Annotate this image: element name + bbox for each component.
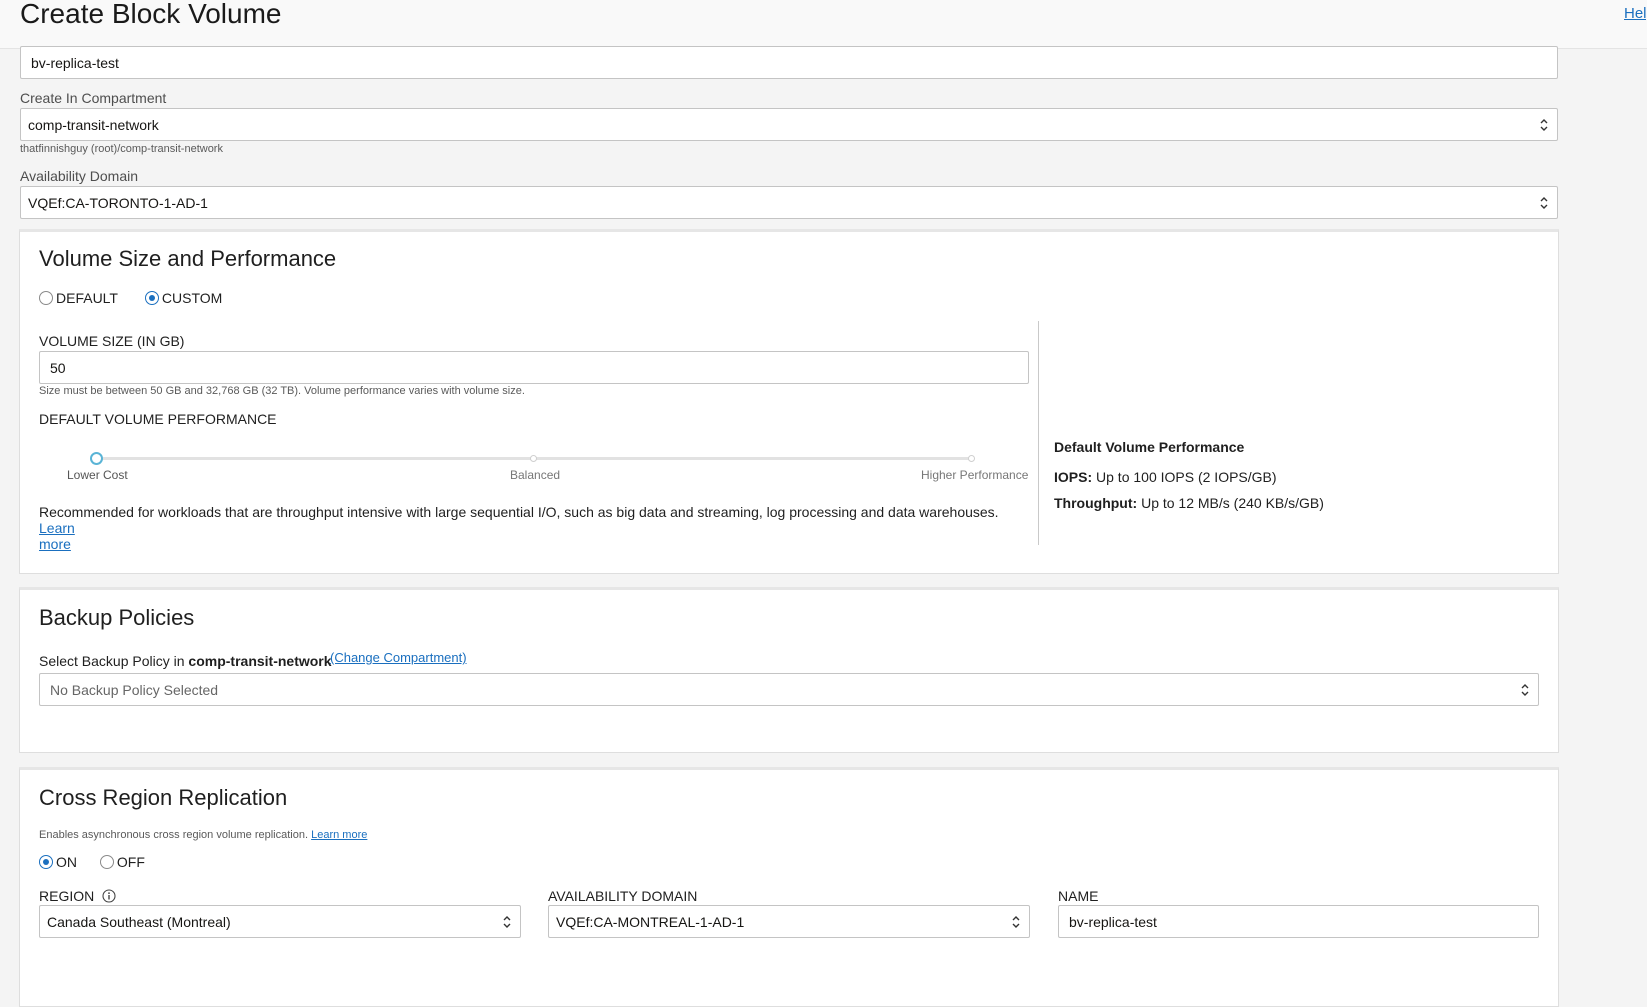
replica-availability-domain-select[interactable]: VQEf:CA-MONTREAL-1-AD-1	[548, 905, 1030, 938]
replica-name-value: bv-replica-test	[1069, 913, 1157, 930]
performance-mode-radio-group: DEFAULT CUSTOM	[39, 289, 222, 307]
backup-select-prefix: Select Backup Policy in	[39, 653, 185, 669]
backup-policies-panel	[19, 587, 1559, 753]
volume-name-input[interactable]: bv-replica-test	[20, 46, 1558, 79]
compartment-select[interactable]: comp-transit-network	[20, 108, 1558, 141]
page-header: Create Block Volume Help	[0, 0, 1647, 49]
up-down-chevron-icon	[1540, 196, 1548, 209]
slider-stop-balanced[interactable]	[530, 455, 537, 462]
availability-domain-select[interactable]: VQEf:CA-TORONTO-1-AD-1	[20, 186, 1558, 219]
replication-panel-title: Cross Region Replication	[39, 785, 288, 810]
compartment-label: Create In Compartment	[20, 90, 167, 106]
replication-off-label: OFF	[116, 853, 145, 870]
backup-policy-select-label: Select Backup Policy in comp-transit-net…	[39, 653, 332, 669]
volume-size-hint: Size must be between 50 GB and 32,768 GB…	[39, 385, 525, 397]
compartment-value: comp-transit-network	[28, 116, 159, 133]
volume-size-value: 50	[50, 359, 66, 376]
region-label: REGION	[39, 888, 95, 904]
default-radio[interactable]	[39, 290, 53, 305]
iops-label: IOPS:	[1054, 469, 1093, 485]
recommendation-text: Recommended for workloads that are throu…	[39, 504, 999, 520]
replication-on-label: ON	[56, 853, 77, 870]
slider-label-higher-performance: Higher Performance	[921, 468, 1029, 482]
replication-on-radio[interactable]	[39, 854, 53, 869]
volume-panel-title: Volume Size and Performance	[39, 246, 337, 271]
throughput-label: Throughput:	[1054, 495, 1138, 511]
default-volume-performance-label: DEFAULT VOLUME PERFORMANCE	[39, 411, 277, 427]
replica-name-input[interactable]: bv-replica-test	[1058, 905, 1539, 938]
replication-radio-group: ON OFF	[39, 853, 145, 871]
change-compartment-link[interactable]: (Change Compartment)	[330, 650, 467, 665]
backup-compartment-name: comp-transit-network	[188, 653, 332, 669]
region-value: Canada Southeast (Montreal)	[47, 913, 231, 930]
replication-off-radio[interactable]	[99, 854, 114, 869]
volume-size-input[interactable]: 50	[39, 351, 1029, 384]
throughput-value: Up to 12 MB/s (240 KB/s/GB)	[1141, 495, 1324, 511]
volume-name-value: bv-replica-test	[31, 54, 119, 71]
default-radio-label: DEFAULT	[56, 289, 118, 306]
throughput-summary: Throughput: Up to 12 MB/s (240 KB/s/GB)	[1054, 495, 1324, 511]
custom-radio-label: CUSTOM	[161, 289, 223, 306]
compartment-path-hint: thatfinnishguy (root)/comp-transit-netwo…	[20, 143, 223, 155]
replica-name-label: NAME	[1058, 888, 1099, 904]
region-select[interactable]: Canada Southeast (Montreal)	[39, 905, 521, 938]
iops-summary: IOPS: Up to 100 IOPS (2 IOPS/GB)	[1054, 469, 1277, 485]
panel-divider	[1038, 321, 1039, 545]
up-down-chevron-icon	[503, 915, 511, 928]
info-icon[interactable]	[102, 889, 116, 903]
up-down-chevron-icon	[1540, 118, 1548, 131]
backup-panel-title: Backup Policies	[39, 605, 195, 630]
slider-stop-higher-performance[interactable]	[968, 455, 975, 462]
performance-summary-title: Default Volume Performance	[1054, 439, 1245, 455]
learn-more-link-cont[interactable]: more	[39, 536, 71, 552]
replication-description-text: Enables asynchronous cross region volume…	[39, 829, 309, 841]
custom-radio[interactable]	[144, 290, 159, 305]
replication-description: Enables asynchronous cross region volume…	[39, 829, 367, 841]
slider-label-balanced: Balanced	[510, 468, 561, 482]
replication-learn-more-link[interactable]: Learn more	[311, 829, 367, 841]
backup-policy-placeholder: No Backup Policy Selected	[50, 681, 219, 698]
availability-domain-label: Availability Domain	[20, 168, 139, 184]
performance-recommendation: Recommended for workloads that are throu…	[39, 504, 1014, 552]
iops-value: Up to 100 IOPS (2 IOPS/GB)	[1096, 469, 1277, 485]
replica-ad-value: VQEf:CA-MONTREAL-1-AD-1	[556, 913, 745, 930]
performance-slider-thumb[interactable]	[90, 452, 103, 465]
up-down-chevron-icon	[1012, 915, 1020, 928]
backup-policy-select[interactable]: No Backup Policy Selected	[39, 673, 1539, 706]
slider-label-lower-cost: Lower Cost	[67, 468, 128, 482]
help-link[interactable]: Help	[1624, 5, 1647, 22]
availability-domain-value: VQEf:CA-TORONTO-1-AD-1	[28, 194, 208, 211]
page-title: Create Block Volume	[20, 0, 282, 29]
region-label-group: REGION	[39, 888, 116, 904]
volume-size-label: VOLUME SIZE (IN GB)	[39, 333, 185, 349]
up-down-chevron-icon	[1521, 683, 1529, 696]
learn-more-link[interactable]: Learn	[39, 520, 75, 536]
replica-ad-label: AVAILABILITY DOMAIN	[548, 888, 698, 904]
